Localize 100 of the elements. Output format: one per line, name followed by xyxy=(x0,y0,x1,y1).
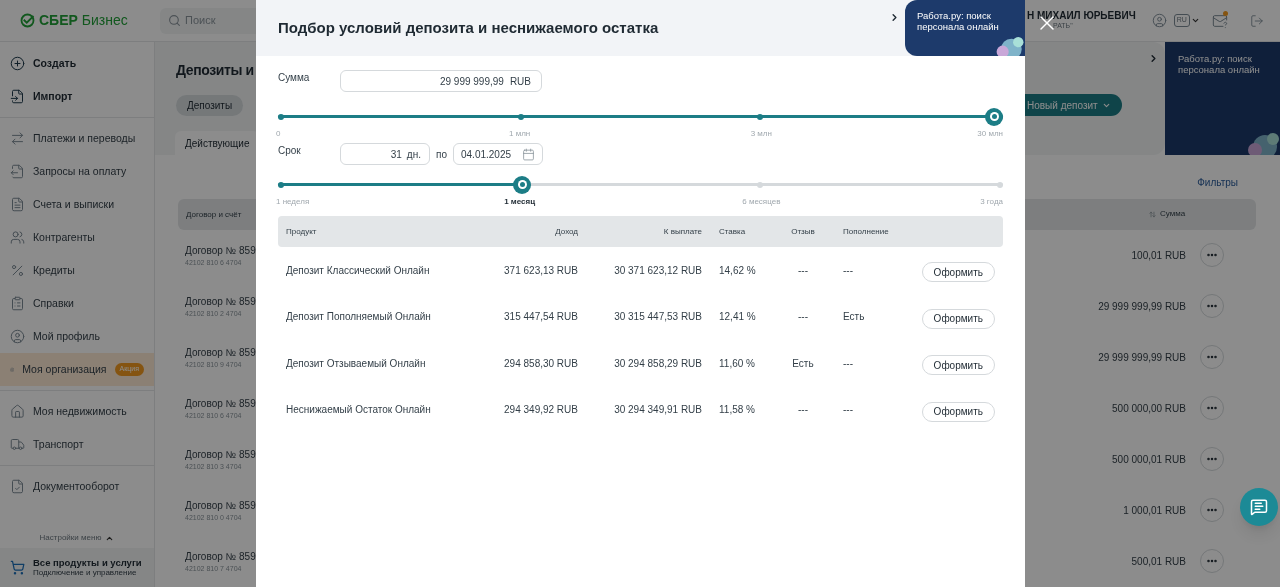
sidebar-item[interactable]: Счета и выписки xyxy=(0,188,154,221)
notifications-icon[interactable] xyxy=(1211,12,1228,29)
column-header: Пополнение xyxy=(842,225,890,238)
amount: 100,01 RUB xyxy=(1131,248,1186,263)
amount: 500,01 RUB xyxy=(1131,555,1186,569)
contract-number[interactable]: Договор № 859 xyxy=(185,497,256,513)
import-icon xyxy=(10,89,25,104)
slider-track[interactable] xyxy=(278,175,1003,194)
table-cell-text: 294 858,30 RUB xyxy=(503,356,579,371)
clipboard-icon xyxy=(10,296,25,311)
sidebar-item[interactable]: Создать xyxy=(0,47,154,80)
contract-number[interactable]: Договор № 859 xyxy=(185,242,256,258)
house-icon xyxy=(10,404,25,419)
table-cell-text: 30 315 447,53 RUB xyxy=(613,310,703,325)
table-cell-text: --- xyxy=(842,356,854,371)
promo-text: Работа.ру: поиск персонала онлайн xyxy=(917,10,999,32)
table-cell-text: 11,58 % xyxy=(718,403,756,418)
amount: 29 999 999,99 RUB xyxy=(1098,299,1186,314)
amount-field[interactable]: 29 999 999,99 RUB xyxy=(340,70,542,92)
sidebar-item[interactable]: Документооборот xyxy=(0,470,154,503)
modal-title: Подбор условий депозита и неснижаемого остатка xyxy=(277,17,660,38)
sidebar-item[interactable]: Транспорт xyxy=(0,428,154,461)
all-products-subtitle: Подключение и управление xyxy=(33,568,138,579)
sidebar-item[interactable]: Справки xyxy=(0,287,154,320)
table-cell-text: 12,41 % xyxy=(718,310,757,325)
column-header: Ставка xyxy=(718,225,747,238)
calendar-icon[interactable] xyxy=(522,147,535,161)
date-field[interactable]: 04.01.2025 xyxy=(453,143,543,165)
sidebar-item[interactable]: Запросы на оплату xyxy=(0,155,154,188)
menu-settings-button[interactable]: Настройки меню xyxy=(0,528,154,548)
slider-tick-label: 1 месяц xyxy=(504,196,536,208)
table-cell-text: 14,62 % xyxy=(718,263,757,278)
users-icon xyxy=(10,230,25,245)
slider-tick-label: 0 xyxy=(276,128,281,140)
slider-tick-label: 3 года xyxy=(980,196,1003,208)
percent-icon xyxy=(10,263,25,278)
invoice-icon xyxy=(10,164,25,179)
search-icon xyxy=(168,14,181,27)
contract-number[interactable]: Договор № 859 xyxy=(185,446,256,462)
all-products-button[interactable]: Все продукты и услуги Подключение и управление xyxy=(0,548,154,587)
table-cell-text: 30 294 349,91 RUB xyxy=(613,403,703,418)
slider-tick-label: 30 млн xyxy=(977,128,1003,140)
contract-number[interactable]: Договор № 859 xyxy=(185,548,256,564)
promo-text: Работа.ру: поиск персонала онлайн xyxy=(1178,53,1260,75)
to-label: по xyxy=(436,147,447,162)
table-cell-text: 294 349,92 RUB xyxy=(503,403,579,418)
page-title: Депозиты и xyxy=(176,61,254,80)
column-header: Продукт xyxy=(285,225,318,238)
sidebar-item[interactable]: Мой профиль xyxy=(0,320,154,353)
logo-icon xyxy=(20,13,35,28)
promo-banner[interactable]: Работа.ру: поиск персонала онлайн xyxy=(905,0,1025,56)
table-cell-text: --- xyxy=(797,263,809,278)
promo-banner[interactable]: Работа.ру: поиск персонала онлайн xyxy=(1165,42,1280,155)
contract-number[interactable]: Договор № 859 xyxy=(185,344,256,360)
amount: 29 999 999,99 RUB xyxy=(1098,350,1186,365)
filters-link[interactable]: Фильтры xyxy=(1197,174,1238,190)
table-cell-text: --- xyxy=(797,403,809,418)
logo-brand: СБЕР xyxy=(39,11,78,30)
table-cell-text: --- xyxy=(797,310,809,325)
table-header: Договор и счёт xyxy=(178,199,256,230)
days-field[interactable]: 31 дн. xyxy=(340,143,430,165)
contract-number[interactable]: Договор № 859 xyxy=(185,293,256,309)
chevron-right-icon[interactable] xyxy=(1148,53,1159,64)
user-icon[interactable] xyxy=(1151,13,1167,28)
column-header: Отзыв xyxy=(790,225,816,238)
help-chat-button[interactable] xyxy=(1240,488,1278,526)
table-cell-text: --- xyxy=(842,403,854,418)
sidebar-item[interactable]: Моя недвижимость xyxy=(0,395,154,428)
plus-circle-icon xyxy=(10,56,25,71)
sidebar-item[interactable]: Платежи и переводы xyxy=(0,122,154,155)
logout-icon[interactable] xyxy=(1249,13,1264,28)
field-label: Сумма xyxy=(278,71,311,85)
chevron-right-icon[interactable] xyxy=(889,11,900,23)
table-header: Сумма xyxy=(1025,199,1256,230)
table-cell-text: --- xyxy=(842,263,854,278)
table-cell-text: Неснижаемый Остаток Онлайн xyxy=(285,403,432,418)
sort-icon[interactable] xyxy=(1149,210,1156,218)
sidebar-item[interactable]: Кредиты xyxy=(0,254,154,287)
slider-thumb[interactable] xyxy=(985,107,1003,126)
new-deposit-button[interactable]: Новый депозит xyxy=(1025,94,1122,116)
filter-chip[interactable]: Депозиты xyxy=(176,95,244,116)
table-cell-text: Депозит Отзываемый Онлайн xyxy=(285,356,427,371)
table-cell-text: Есть xyxy=(791,356,815,371)
table-cell-text: Депозит Пополняемый Онлайн xyxy=(285,310,432,325)
sidebar-item[interactable]: Контрагенты xyxy=(0,221,154,254)
table-cell-text: Депозит Классический Онлайн xyxy=(285,263,431,278)
transfer-icon xyxy=(10,131,25,146)
contract-number[interactable]: Договор № 859 xyxy=(185,395,256,411)
slider-track[interactable] xyxy=(278,107,1003,126)
table-cell-text: 315 447,54 RUB xyxy=(503,310,579,325)
field-label: Срок xyxy=(278,144,302,158)
slider-thumb[interactable] xyxy=(513,175,532,194)
sidebar-item[interactable]: Импорт xyxy=(0,80,154,113)
chat-icon xyxy=(1250,498,1268,516)
user-name: Н МИХАИЛ ЮРЬЕВИЧ xyxy=(1027,9,1136,23)
document-icon xyxy=(10,197,25,212)
slider-tick-label: 1 млн xyxy=(509,128,531,140)
table-cell-text: 11,60 % xyxy=(718,356,756,371)
all-products-title: Все продукты и услуги xyxy=(33,556,142,569)
column-header: Доход xyxy=(554,225,579,238)
